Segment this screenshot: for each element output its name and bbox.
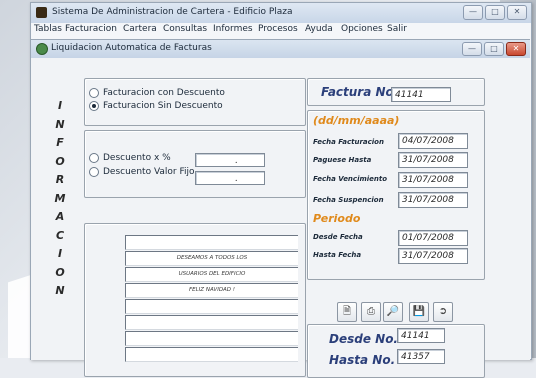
save-button[interactable]: 💾	[409, 302, 429, 322]
message-line-8[interactable]	[125, 347, 298, 362]
date-format-label: (dd/mm/aaaa)	[313, 114, 400, 127]
desde-fecha-label: Desde Fecha	[313, 233, 363, 241]
window-icon	[36, 43, 48, 55]
print-icon: ⎙	[367, 306, 375, 317]
close-button[interactable]: ✕	[507, 5, 527, 20]
child-title: Liquidacion Automatica de Facturas	[51, 43, 212, 53]
invoice-number-label: Factura No.	[321, 85, 399, 99]
menu-ayuda[interactable]: Ayuda	[305, 24, 333, 34]
message-line-1[interactable]	[125, 235, 298, 250]
paguese-hasta-input[interactable]: 31/07/2008	[398, 152, 468, 168]
fecha-suspencion-label: Fecha Suspencion	[313, 196, 384, 204]
menu-facturacion[interactable]: Facturacion	[65, 24, 117, 34]
app-icon	[36, 7, 47, 18]
fecha-vencimiento-input[interactable]: 31/07/2008	[398, 172, 468, 188]
menu-consultas[interactable]: Consultas	[163, 24, 207, 34]
message-line-4[interactable]: FELIZ NAVIDAD !	[125, 283, 298, 298]
side-label: I N F O R M A C I O N	[54, 99, 66, 297]
preview-icon: 🔎	[386, 306, 400, 317]
menu-cartera[interactable]: Cartera	[123, 24, 157, 34]
message-line-6[interactable]	[125, 315, 298, 330]
radio-circle[interactable]	[89, 88, 99, 98]
desde-no-input[interactable]: 41141	[397, 328, 445, 343]
exit-button[interactable]: ➲	[433, 302, 453, 322]
message-line-7[interactable]	[125, 331, 298, 346]
minimize-button[interactable]: —	[463, 5, 483, 20]
print-button[interactable]: ⎙	[361, 302, 381, 322]
menu-opciones[interactable]: Opciones	[341, 24, 383, 34]
invoice-number-input[interactable]: 41141	[391, 87, 451, 102]
save-icon: 💾	[412, 306, 426, 317]
fecha-vencimiento-label: Fecha Vencimiento	[313, 175, 388, 183]
invoice-form: I N F O R M A C I O N Facturacion con De…	[31, 58, 530, 378]
radio-circle-selected[interactable]	[89, 101, 99, 111]
window-controls: — □ ✕	[463, 5, 527, 20]
child-minimize-button[interactable]: —	[462, 42, 482, 56]
discount-fixed-input[interactable]: .	[195, 171, 265, 185]
radio-circle[interactable]	[89, 153, 99, 163]
preview-button[interactable]: 🔎	[383, 302, 403, 322]
menu-procesos[interactable]: Procesos	[258, 24, 298, 34]
paguese-hasta-label: Paguese Hasta	[313, 156, 372, 164]
radio-descuento-fijo[interactable]: Descuento Valor Fijo	[89, 167, 195, 177]
maximize-button[interactable]: □	[485, 5, 505, 20]
new-button[interactable]: 🗎	[337, 302, 357, 322]
radio-sin-descuento[interactable]: Facturacion Sin Descuento	[89, 101, 223, 111]
message-line-3[interactable]: USUARIOS DEL EDIFICIO	[125, 267, 298, 282]
child-close-button[interactable]: ✕	[506, 42, 526, 56]
menu-informes[interactable]: Informes	[213, 24, 253, 34]
main-titlebar: Sistema De Administracion de Cartera - E…	[31, 3, 531, 23]
message-line-2[interactable]: DESEAMOS A TODOS LOS	[125, 251, 298, 266]
app-title: Sistema De Administracion de Cartera - E…	[52, 7, 293, 17]
hasta-fecha-label: Hasta Fecha	[313, 251, 362, 259]
menu-salir[interactable]: Salir	[387, 24, 407, 34]
desde-no-label: Desde No.	[329, 332, 398, 346]
fecha-facturacion-input[interactable]: 04/07/2008	[398, 133, 468, 149]
child-window-controls: — □ ✕	[462, 42, 526, 56]
main-window: Sistema De Administracion de Cartera - E…	[30, 2, 532, 378]
hasta-no-label: Hasta No.	[329, 353, 396, 367]
fecha-suspencion-input[interactable]: 31/07/2008	[398, 192, 468, 208]
new-icon: 🗎	[342, 306, 352, 317]
child-maximize-button[interactable]: □	[484, 42, 504, 56]
radio-descuento-porcentaje[interactable]: Descuento x %	[89, 153, 171, 163]
fecha-facturacion-label: Fecha Facturacion	[313, 138, 384, 146]
radio-con-descuento[interactable]: Facturacion con Descuento	[89, 88, 225, 98]
exit-icon: ➲	[438, 306, 448, 317]
period-label: Periodo	[313, 212, 361, 225]
child-window: Liquidacion Automatica de Facturas — □ ✕…	[31, 39, 530, 378]
desde-fecha-input[interactable]: 01/07/2008	[398, 230, 468, 246]
menubar: Tablas Facturacion Cartera Consultas Inf…	[31, 23, 531, 37]
child-titlebar: Liquidacion Automatica de Facturas — □ ✕	[31, 40, 530, 58]
message-line-5[interactable]	[125, 299, 298, 314]
discount-percent-input[interactable]: .	[195, 153, 265, 167]
hasta-no-input[interactable]: 41357	[397, 349, 445, 364]
radio-circle[interactable]	[89, 167, 99, 177]
hasta-fecha-input[interactable]: 31/07/2008	[398, 248, 468, 264]
menu-tablas[interactable]: Tablas	[34, 24, 62, 34]
